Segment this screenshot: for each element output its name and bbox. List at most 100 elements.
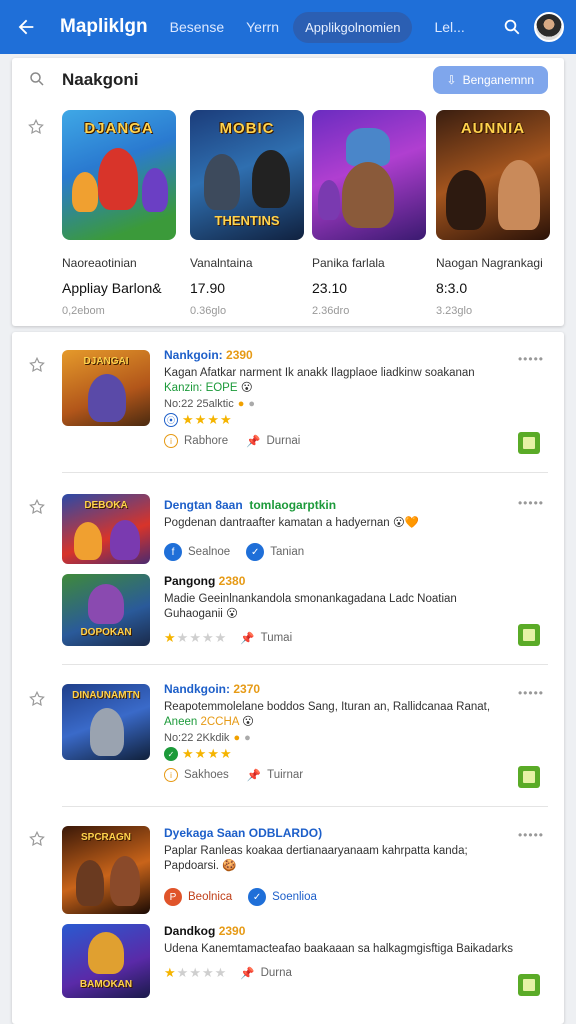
list-item-title[interactable]: Nankgoin: 2390 [164,348,518,362]
list-item-actions: ★ ★ ★ ★ ★ 📌 Durna [164,965,518,981]
list-item-info: Dyekaga Saan ODBLARDO) Paplar Ranleas ko… [164,826,518,906]
featured-action-button[interactable]: ⇩ Benganemnn [432,66,548,94]
install-badge-icon[interactable] [518,432,540,454]
game-thumbnail [312,110,426,240]
tab-active[interactable]: Applikgolnomien [293,11,413,43]
thumbnail-art-text: DJANGA [84,120,154,137]
featured-item-price: 17.90 [190,280,226,296]
star-icon[interactable] [28,356,46,379]
list-item-actions: P Beolnica ✓ Soenlioa [164,888,518,906]
action-label[interactable]: Sealnoe [188,546,230,558]
list-item[interactable]: BAMOKAN Dandkog 2390 Udena Kanemtamactea… [62,922,548,1002]
featured-item[interactable]: MOBIC THENTINS Vanalntaina 17.90 0.36glo [190,110,304,317]
featured-item-price: Appliay Barlon& [62,280,162,296]
download-icon: ⇩ [446,73,457,87]
list-item[interactable]: DJANGAI Nankgoin: 2390 Kagan Afatkar nar… [62,348,548,458]
info-icon: i [164,434,178,448]
tab-more[interactable]: Lel... [434,19,464,35]
back-arrow-icon[interactable] [12,13,40,41]
featured-item[interactable]: Panika farlala 23.10 2.36dro [312,110,426,317]
game-thumbnail: DOPOKAN [62,574,150,646]
tab-yerrn[interactable]: Yerrn [246,19,279,35]
list-item[interactable]: DEBOKA Dengtan 8aan tomlaogarptkin Pogde… [62,492,548,568]
action-label[interactable]: Tumai [261,632,293,644]
game-thumbnail: DJANGAI [62,350,150,426]
pin-icon: 📌 [246,436,261,448]
divider [62,472,548,473]
star-rating: ★ ★ ★ ★ [182,746,232,761]
thumbnail-art-text: MOBIC [219,120,275,137]
info-icon: i [164,768,178,782]
action-label[interactable]: Tanian [270,546,304,558]
featured-card: Naakgoni ⇩ Benganemnn DJANGA Naoreaotini… [12,58,564,326]
action-label[interactable]: Durna [261,967,292,979]
list-item-actions: f Sealnoe ✓ Tanian [164,543,518,561]
list-item-info: Nankgoin: 2390 Kagan Afatkar narment Ik … [164,348,518,448]
game-thumbnail: BAMOKAN [62,924,150,998]
thumbnail-art-text: AUNNIA [460,120,526,137]
list-item-title[interactable]: Dengtan 8aan tomlaogarptkin [164,498,518,512]
search-icon[interactable] [28,70,46,93]
install-badge-icon[interactable] [518,766,540,788]
list-item-title[interactable]: Dandkog 2390 [164,924,518,938]
thumbnail-art-text: DJANGAI [83,356,129,367]
featured-item-name: Naogan Nagrankagi [436,256,543,270]
more-icon[interactable]: ••••• [518,828,544,842]
game-thumbnail: MOBIC THENTINS [190,110,304,240]
list-item[interactable]: DINAUNAMTN Nandkgoin: 2370 Reapotemmolel… [62,682,548,792]
more-icon[interactable]: ••••• [518,352,544,366]
more-icon[interactable]: ••••• [518,686,544,700]
featured-item-name: Panika farlala [312,256,385,270]
featured-title: Naakgoni [62,70,139,89]
list-item-meta: No:22 2Kkdik ● ● [164,732,251,744]
list-item-description: Madie Geeinlnankandola smonankagadana La… [164,593,457,620]
featured-item-price: 8:3.0 [436,280,468,296]
featured-item[interactable]: AUNNIA Naogan Nagrankagi 8:3.0 3.23glo [436,110,550,317]
list-item[interactable]: SPCRAGN Dyekaga Saan ODBLARDO) Paplar Ra… [62,824,548,914]
star-rating: ★ ★ ★ ★ ★ [164,630,227,645]
featured-header: Naakgoni ⇩ Benganemnn [12,58,564,102]
star-icon[interactable] [28,690,46,713]
brand-icon: f [164,543,182,561]
list-item-actions: i Rabhore 📌 Durnai [164,434,518,448]
star-rating: ★ ★ ★ ★ ★ [164,965,227,980]
location-icon: ⦿ [164,413,178,427]
install-badge-icon[interactable] [518,974,540,996]
install-badge-icon[interactable] [518,624,540,646]
list-item-meta: No:22 25alktic ● ● [164,398,256,410]
divider [62,664,548,665]
star-icon[interactable] [28,830,46,853]
featured-item[interactable]: DJANGA Naoreaotinian Appliay Barlon& 0,2… [62,110,176,317]
list-item-info: Nandkgoin: 2370 Reapotemmolelane boddos … [164,682,518,782]
thumbnail-art-text: BAMOKAN [79,979,133,990]
action-label[interactable]: Soenlioa [272,891,317,903]
more-icon[interactable]: ••••• [518,496,544,510]
list-item-info: Dandkog 2390 Udena Kanemtamacteafao baak… [164,924,518,981]
list-item-info: Dengtan 8aan tomlaogarptkin Pogdenan dan… [164,498,518,561]
list-item-title[interactable]: Dyekaga Saan ODBLARDO) [164,826,518,840]
star-icon[interactable] [28,498,46,521]
featured-item-sub: 3.23glo [436,305,473,317]
featured-item-sub: 2.36dro [312,305,350,317]
rating: ✓ ★ ★ ★ ★ [164,746,518,762]
featured-item-name: Naoreaotinian [62,256,137,270]
search-icon[interactable] [498,13,526,41]
brand-icon: P [164,888,182,906]
action-label[interactable]: Rabhore [184,435,228,447]
list-item-info: Pangong 2380 Madie Geeinlnankandola smon… [164,574,518,646]
action-label[interactable]: Sakhoes [184,769,229,781]
avatar[interactable] [534,12,564,42]
action-label[interactable]: Tuirnar [267,769,303,781]
list-item[interactable]: DOPOKAN Pangong 2380 Madie Geeinlnankand… [62,572,548,652]
pin-icon: 📌 [240,633,255,645]
action-label[interactable]: Beolnica [188,891,232,903]
list-item-title[interactable]: Nandkgoin: 2370 [164,682,518,696]
app-list-card: DJANGAI Nankgoin: 2390 Kagan Afatkar nar… [12,332,564,1024]
list-item-title[interactable]: Pangong 2380 [164,574,518,588]
featured-item-sub: 0,2ebom [62,305,105,317]
action-label[interactable]: Durnai [266,435,300,447]
rating: ⦿ ★ ★ ★ ★ [164,412,518,428]
tab-besense[interactable]: Besense [170,19,224,35]
star-icon[interactable] [27,118,45,141]
thumbnail-art-text: THENTINS [214,213,280,228]
